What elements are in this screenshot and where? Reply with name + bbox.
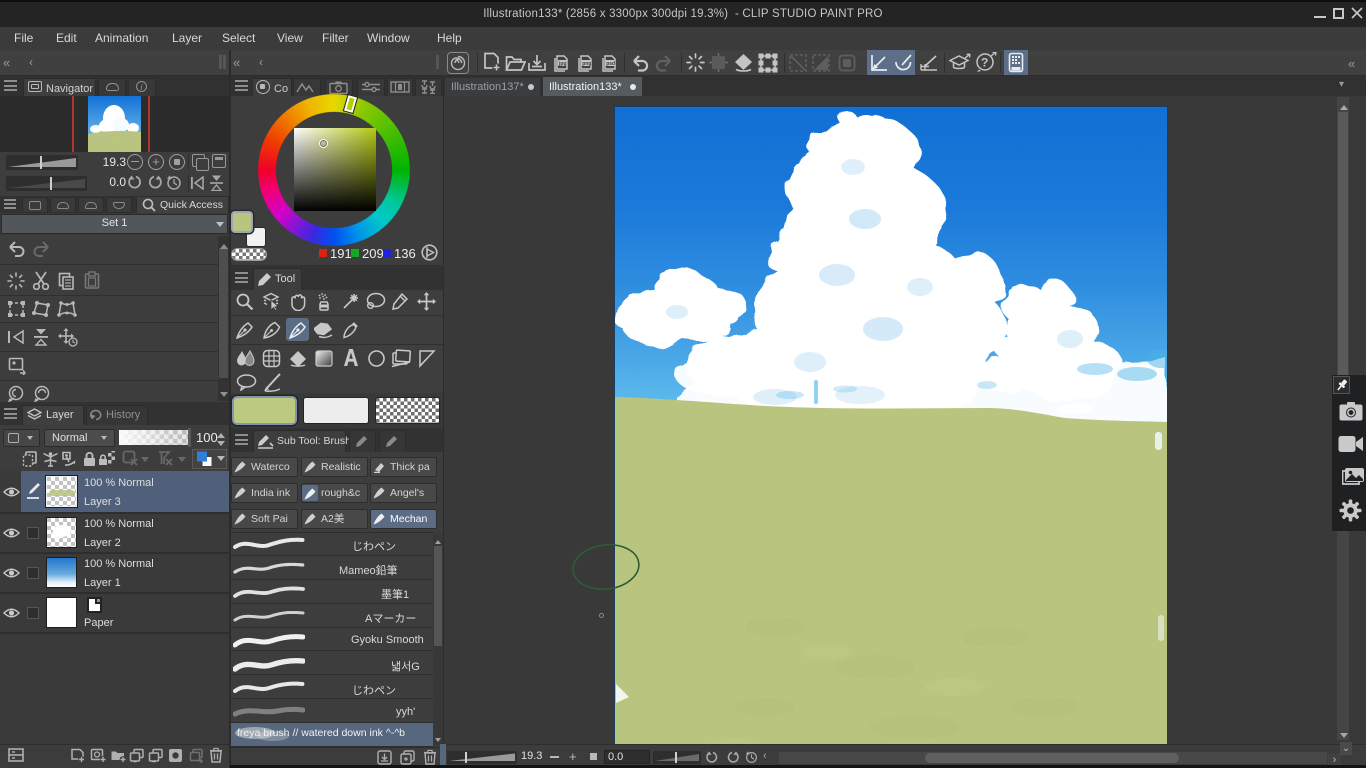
svg-text:psd: psd xyxy=(606,61,615,67)
svg-text:jpg: jpg xyxy=(558,61,567,67)
svg-text:png: png xyxy=(582,61,591,67)
svg-text:?: ? xyxy=(981,56,988,70)
